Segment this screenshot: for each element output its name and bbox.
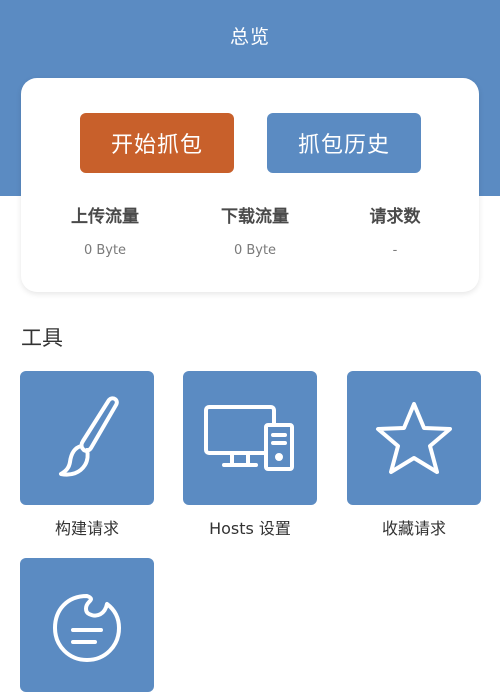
tool-build-request-label: 构建请求	[54, 519, 119, 538]
overview-card: 开始抓包 抓包历史 上传流量 0 Byte 下载流量 0 Byte 请求数 -	[21, 78, 479, 292]
computer-icon	[204, 405, 294, 471]
tools-section-title: 工具	[21, 326, 63, 350]
upload-traffic-stat: 上传流量 0 Byte	[35, 202, 175, 258]
capture-history-button[interactable]: 抓包历史	[267, 113, 421, 173]
tool-hosts-settings[interactable]: Hosts 设置	[183, 371, 317, 539]
tool-favorite-requests[interactable]: 收藏请求	[347, 371, 481, 539]
page-title: 总览	[229, 26, 270, 48]
request-count-value: -	[392, 243, 398, 258]
tool-chat-tile[interactable]	[20, 558, 154, 692]
tool-build-request[interactable]: 构建请求	[20, 371, 154, 539]
request-count-label: 请求数	[369, 207, 421, 227]
tool-hosts-settings-label: Hosts 设置	[209, 519, 291, 538]
tool-build-request-tile[interactable]	[20, 371, 154, 505]
request-count-stat: 请求数 -	[325, 202, 465, 258]
star-icon	[376, 402, 452, 474]
tool-hosts-settings-tile[interactable]	[183, 371, 317, 505]
upload-traffic-value: 0 Byte	[83, 243, 127, 258]
download-traffic-label: 下载流量	[221, 207, 289, 227]
download-traffic-stat: 下载流量 0 Byte	[185, 202, 325, 258]
start-capture-button[interactable]: 开始抓包	[80, 113, 234, 173]
download-traffic-value: 0 Byte	[233, 243, 277, 258]
tool-chat[interactable]	[20, 558, 154, 692]
tool-favorite-requests-label: 收藏请求	[381, 519, 446, 538]
upload-traffic-label: 上传流量	[71, 207, 139, 227]
tool-favorite-requests-tile[interactable]	[347, 371, 481, 505]
brush-icon	[59, 396, 119, 477]
chat-bubble-icon	[53, 594, 121, 662]
